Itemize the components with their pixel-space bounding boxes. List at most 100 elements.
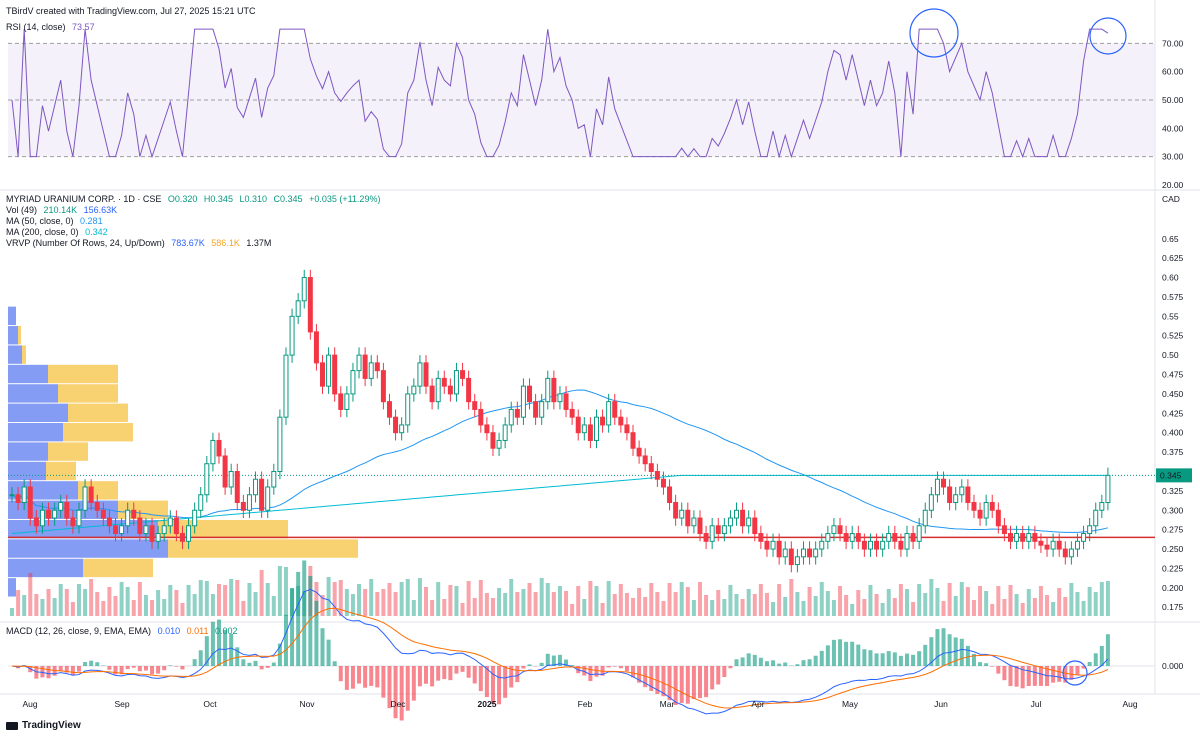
macd-histogram-bar [838,639,843,666]
candle-body [1050,540,1056,550]
macd-histogram-bar [40,666,45,678]
candle-body [898,540,904,550]
tradingview-logo[interactable]: TradingView [6,720,81,731]
candle-body [405,393,411,426]
candle-body [849,533,855,542]
price-tick-label: 0.475 [1162,370,1184,380]
volume-bar [101,601,106,616]
volume-bar [442,599,447,616]
time-tick-label: Oct [203,699,217,709]
volume-profile-up-bar [8,345,22,364]
macd-histogram-bar [844,641,849,666]
macd-histogram-bar [801,660,806,666]
macd-histogram-bar [1026,666,1031,687]
volume-bar [387,583,392,616]
volume-bar [454,586,459,616]
volume-bar [235,580,240,616]
candle-body [1087,525,1093,535]
volume-bar [1038,586,1043,616]
volume-bar [673,592,678,616]
volume-bar [874,594,879,616]
volume-profile-up-bar [8,578,16,597]
macd-legend: MACD (12, 26, close, 9, EMA, EMA) 0.010 … [6,626,242,636]
candle-body [125,509,131,527]
macd-histogram-bar [1002,666,1007,681]
macd-histogram-bar [612,666,617,667]
symbol-title[interactable]: MYRIAD URANIUM CORP. · 1D · CSE [6,194,161,204]
volume-bar [34,594,39,616]
volume-bar [46,589,51,616]
volume-bar [168,585,173,616]
price-tick-label: 0.300 [1162,505,1184,515]
macd-histogram-bar [497,666,502,705]
volume-bar [1063,597,1068,616]
volume-profile-up-bar [8,384,58,403]
volume-bar [984,591,989,616]
macd-histogram-bar [917,651,922,666]
candle-body [131,509,137,519]
candle-body [161,525,167,535]
volume-bar [831,600,836,616]
macd-histogram-bar [1087,662,1092,666]
volume-bar [941,601,946,616]
macd-histogram-bar [302,560,307,666]
candle-body [380,370,386,403]
volume-bar [1087,587,1092,616]
candle-body [64,502,70,519]
candle-body [472,401,478,410]
candle-body [697,517,703,535]
macd-histogram-bar [344,666,349,690]
price-tick-label: 0.250 [1162,544,1184,554]
vrvp-total: 1.37M [246,238,272,248]
candle-body [313,331,319,364]
candle-body [642,455,648,465]
candle-body [320,362,326,387]
candle-body [246,494,252,511]
candle-body [1074,540,1080,550]
macd-histogram-bar [192,659,197,666]
candle-body [527,385,533,403]
volume-bar [107,587,112,616]
volume-bar [697,582,702,616]
macd-histogram-bar [527,664,532,666]
macd-histogram-bar [405,666,410,711]
volume-bar [704,595,709,616]
candle-body [965,486,971,504]
volume-bar [990,604,995,616]
volume-bar [515,592,520,616]
macd-histogram-bar [862,649,867,666]
volume-bar [460,603,465,616]
macd-histogram-bar [1051,666,1056,683]
candle-body [15,494,21,504]
volume-bar [338,580,343,616]
volume-bar [521,589,526,616]
volume-bar [971,600,976,616]
volume-bar [996,586,1001,616]
candle-body [947,486,953,504]
volume-bar [113,596,118,616]
volume-bar [180,603,185,616]
macd-histogram-bar [996,666,1001,674]
rsi-value: 73.57 [72,22,95,32]
candle-body [764,540,770,550]
candle-body [283,354,289,418]
ma200-value: 0.342 [85,227,108,237]
macd-histogram-bar [95,662,100,666]
candle-body [484,424,490,434]
macd-histogram-bar [229,633,234,666]
volume-bar [801,601,806,616]
macd-histogram-bar [332,661,337,666]
volume-bar [551,592,556,616]
volume-bar [588,581,593,616]
change-value: +0.035 (+11.29%) [309,194,381,204]
candle-body [606,401,612,426]
candle-body [867,540,873,550]
candle-body [33,517,39,527]
price-tick-label: 0.400 [1162,428,1184,438]
macd-histogram-bar [740,657,745,666]
volume-profile-down-bar [48,364,118,384]
volume-bar [789,579,794,616]
macd-histogram-bar [1099,645,1104,666]
candle-body [271,470,277,488]
volume-bar [1045,595,1050,616]
